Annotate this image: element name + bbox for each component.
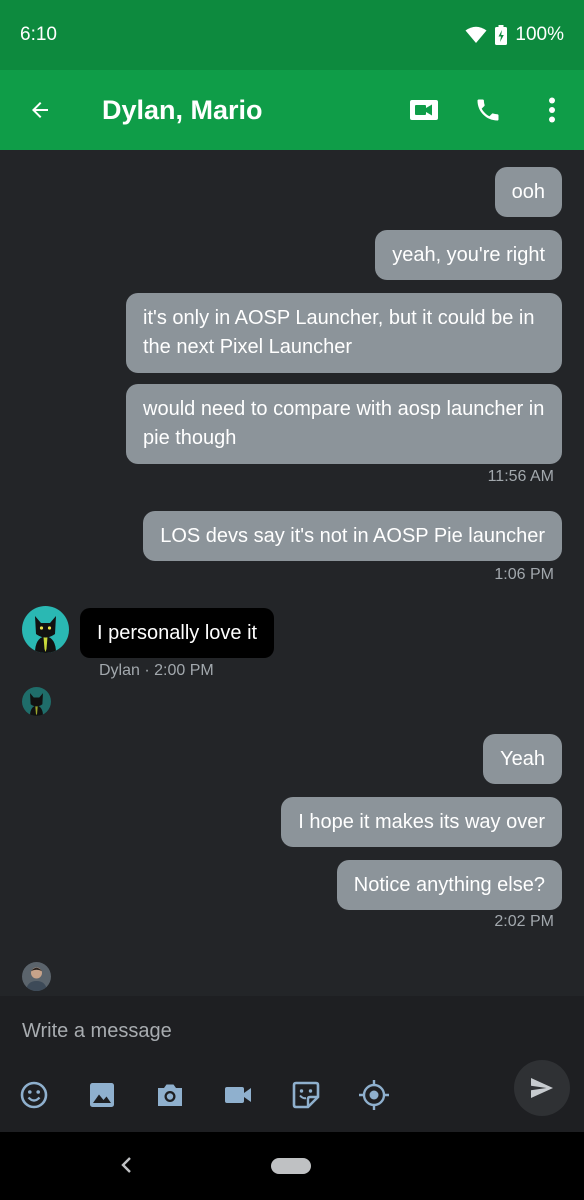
video-call-icon	[410, 100, 438, 120]
message-bubble-outgoing[interactable]: ooh	[494, 167, 562, 217]
video-button[interactable]	[221, 1078, 255, 1112]
message-bubble-outgoing[interactable]: yeah, you're right	[375, 230, 562, 280]
status-time: 6:10	[20, 24, 57, 45]
back-arrow-icon	[32, 102, 48, 118]
system-nav-bar	[0, 1132, 584, 1200]
nav-back-button[interactable]	[112, 1150, 142, 1180]
send-button[interactable]	[514, 1060, 570, 1116]
message-bubble-outgoing[interactable]: Notice anything else?	[336, 860, 562, 910]
status-bar: 6:10 100%	[0, 0, 584, 70]
message-input[interactable]	[22, 1014, 462, 1048]
image-icon	[90, 1083, 114, 1107]
battery-level: 100%	[515, 24, 564, 45]
message-text: Yeah	[500, 747, 545, 770]
status-icons: 100%	[465, 24, 564, 46]
chevron-left-icon	[121, 1157, 131, 1173]
camera-button[interactable]	[153, 1078, 187, 1112]
person-avatar-icon	[26, 967, 47, 991]
read-receipt-avatar-dylan	[22, 687, 51, 716]
message-bubble-outgoing[interactable]: would need to compare with aosp launcher…	[126, 384, 562, 464]
message-bubble-outgoing[interactable]: Yeah	[483, 734, 562, 784]
message-timestamp: 1:06 PM	[494, 566, 554, 583]
emoji-icon	[20, 1081, 48, 1109]
sticker-icon	[292, 1081, 320, 1109]
message-bubble-outgoing[interactable]: I hope it makes its way over	[281, 797, 562, 847]
back-button[interactable]	[0, 70, 80, 150]
send-icon	[531, 1078, 553, 1098]
app-bar: Dylan, Mario	[0, 70, 584, 150]
read-receipt-avatar-mario	[22, 962, 51, 991]
message-text: would need to compare with aosp launcher…	[143, 398, 545, 449]
message-text: I hope it makes its way over	[298, 810, 545, 833]
more-options-button[interactable]	[520, 70, 584, 150]
nav-home-pill[interactable]	[271, 1158, 311, 1174]
video-call-button[interactable]	[392, 70, 456, 150]
location-button[interactable]	[357, 1078, 391, 1112]
video-icon	[225, 1087, 251, 1103]
phone-call-button[interactable]	[456, 70, 520, 150]
phone-icon	[477, 99, 499, 121]
wifi-icon	[465, 26, 487, 43]
message-text: ooh	[511, 180, 545, 203]
message-sender-timestamp: Dylan · 2:00 PM	[99, 662, 214, 679]
more-vert-icon	[549, 97, 555, 123]
message-text: I personally love it	[97, 621, 258, 644]
battery-icon	[495, 25, 508, 45]
location-icon	[359, 1080, 389, 1110]
message-timestamp: 2:02 PM	[494, 913, 554, 930]
message-text: yeah, you're right	[392, 243, 545, 266]
message-bubble-incoming[interactable]: I personally love it	[80, 608, 275, 658]
message-timestamp: 11:56 AM	[487, 468, 554, 485]
gallery-button[interactable]	[85, 1078, 119, 1112]
conversation-title: Dylan, Mario	[102, 94, 263, 125]
message-composer	[0, 996, 584, 1132]
cat-avatar-icon	[35, 616, 56, 653]
message-thread: ooh yeah, you're right it's only in AOSP…	[0, 150, 584, 996]
message-text: LOS devs say it's not in AOSP Pie launch…	[160, 524, 545, 547]
message-bubble-outgoing[interactable]: it's only in AOSP Launcher, but it could…	[126, 293, 562, 373]
emoji-button[interactable]	[17, 1078, 51, 1112]
dylan-avatar[interactable]	[22, 606, 69, 653]
cat-avatar-icon	[30, 693, 43, 716]
message-bubble-outgoing[interactable]: LOS devs say it's not in AOSP Pie launch…	[143, 511, 562, 561]
sticker-button[interactable]	[289, 1078, 323, 1112]
message-text: it's only in AOSP Launcher, but it could…	[143, 307, 535, 358]
message-text: Notice anything else?	[353, 873, 545, 896]
camera-icon	[158, 1084, 182, 1106]
